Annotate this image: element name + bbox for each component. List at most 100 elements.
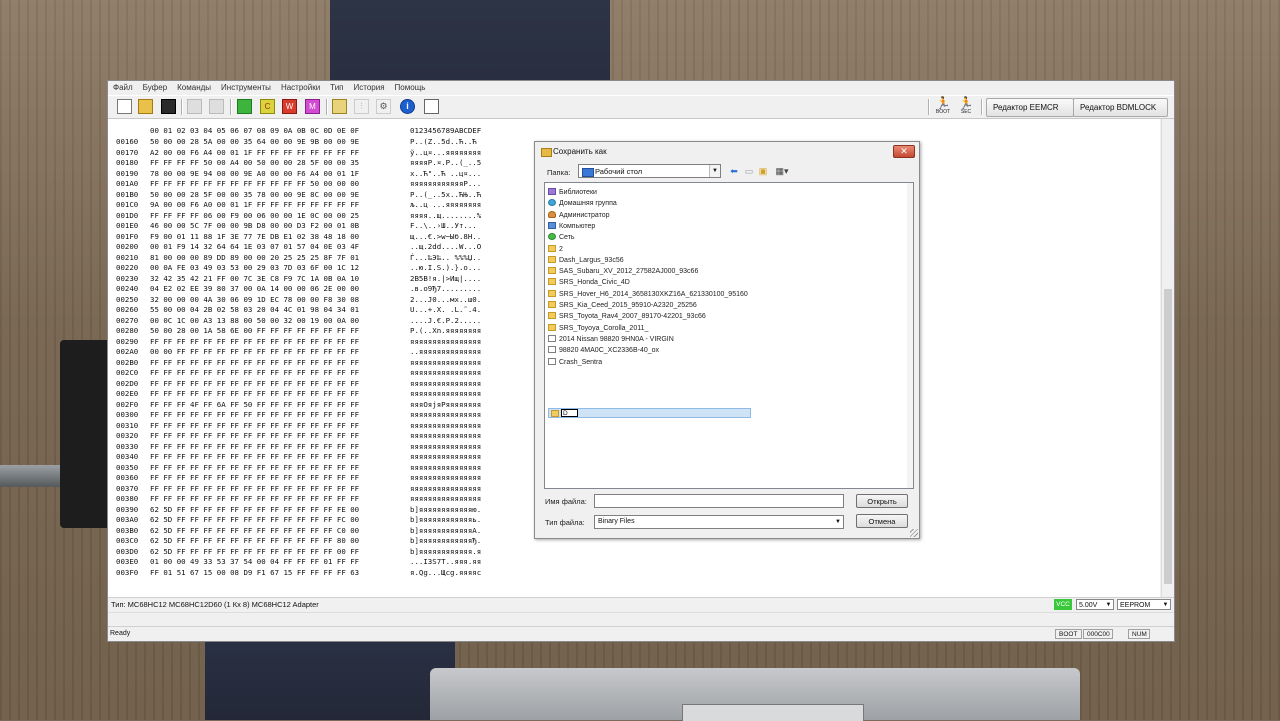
file-list-item[interactable]: 98820 4MA0C_XC2336B-40_ox bbox=[548, 345, 659, 356]
file-list-item[interactable]: Библиотеки bbox=[548, 187, 597, 198]
hex-row[interactable]: 00320 FF FF FF FF FF FF FF FF FF FF FF FF… bbox=[116, 431, 481, 442]
hex-row[interactable]: 00190 78 00 00 9E 94 00 00 9E A0 00 00 F6… bbox=[116, 169, 481, 180]
file-list-item[interactable]: 2014 Nissan 98820 9HN0A - VIRGIN bbox=[548, 334, 674, 345]
read-icon[interactable]: C bbox=[260, 99, 275, 114]
hex-row[interactable]: 001E0 46 00 00 5C 7F 00 00 9B D8 00 00 D3… bbox=[116, 221, 477, 232]
terminal-icon[interactable] bbox=[424, 99, 439, 114]
file-list-item[interactable]: Администратор bbox=[548, 210, 610, 221]
hex-row[interactable]: 00170 A2 00 00 F6 A4 00 01 1F FF FF FF FF… bbox=[116, 148, 481, 159]
hex-row[interactable]: 003B0 62 5D FF FF FF FF FF FF FF FF FF FF… bbox=[116, 526, 481, 537]
hex-row[interactable]: 002E0 FF FF FF FF FF FF FF FF FF FF FF FF… bbox=[116, 389, 481, 400]
clipboard-icon[interactable] bbox=[332, 99, 347, 114]
hex-row[interactable]: 00310 FF FF FF FF FF FF FF FF FF FF FF FF… bbox=[116, 421, 481, 432]
file-list-item[interactable]: SRS_Kia_Ceed_2015_95910-A2320_25256 bbox=[548, 300, 697, 311]
verify-icon[interactable]: M bbox=[305, 99, 320, 114]
file-list-item[interactable]: Домашняя группа bbox=[548, 198, 617, 209]
menu-item[interactable]: Буфер bbox=[138, 81, 172, 94]
hex-row[interactable]: 003E0 01 00 00 49 33 53 37 54 00 04 FF FF… bbox=[116, 557, 481, 568]
up-folder-icon[interactable]: ▭ bbox=[743, 165, 755, 177]
copy-icon[interactable] bbox=[187, 99, 202, 114]
hex-row[interactable]: 00270 00 0C 1C 00 A3 13 88 00 50 00 32 00… bbox=[116, 316, 481, 327]
menu-item[interactable]: Помощь bbox=[390, 81, 431, 94]
close-button[interactable]: ✕ bbox=[893, 145, 915, 158]
hex-row[interactable]: 002C0 FF FF FF FF FF FF FF FF FF FF FF FF… bbox=[116, 368, 481, 379]
hex-row[interactable]: 00230 32 42 35 42 21 FF 00 7C 3E C8 F9 7C… bbox=[116, 274, 481, 285]
hex-row[interactable]: 00370 FF FF FF FF FF FF FF FF FF FF FF FF… bbox=[116, 484, 481, 495]
hex-row[interactable]: 001B0 50 00 00 28 5F 00 00 35 78 00 00 9E… bbox=[116, 190, 481, 201]
file-list-item[interactable]: Crash_Sentra bbox=[548, 357, 602, 368]
new-folder-icon[interactable]: ▣ bbox=[757, 165, 769, 177]
hex-row[interactable]: 00390 62 5D FF FF FF FF FF FF FF FF FF FF… bbox=[116, 505, 481, 516]
eemcr-editor-button[interactable]: Редактор EEMCR bbox=[986, 98, 1074, 117]
hex-row[interactable]: 00180 FF FF FF FF 50 00 A4 00 50 00 00 28… bbox=[116, 158, 481, 169]
file-list-item[interactable]: Dash_Largus_93c56 bbox=[548, 255, 624, 266]
hex-row[interactable]: 001D0 FF FF FF FF 06 00 F9 00 06 00 00 1E… bbox=[116, 211, 481, 222]
sec-button[interactable]: 🏃 SEC bbox=[956, 97, 976, 117]
hex-vertical-scrollbar[interactable] bbox=[1161, 119, 1174, 597]
memory-select[interactable]: EEPROM ▼ bbox=[1117, 599, 1171, 610]
bdmlock-editor-button[interactable]: Редактор BDMLOCK bbox=[1073, 98, 1168, 117]
voltage-select[interactable]: 5.00V ▼ bbox=[1076, 599, 1114, 610]
hex-row[interactable]: 003F0 FF 01 51 67 15 00 08 D9 F1 67 15 FF… bbox=[116, 568, 481, 579]
menu-item[interactable]: Команды bbox=[172, 81, 216, 94]
paste-icon[interactable] bbox=[209, 99, 224, 114]
settings-sliders-icon[interactable]: ⫶ bbox=[354, 99, 369, 114]
hex-row[interactable]: 00200 00 01 F9 14 32 64 64 1E 03 07 01 57… bbox=[116, 242, 481, 253]
view-menu-icon[interactable]: ▦▾ bbox=[774, 165, 790, 177]
hex-row[interactable]: 002F0 FF FF FF 4F FF 6A FF 50 FF FF FF FF… bbox=[116, 400, 481, 411]
horizontal-scrollbar[interactable] bbox=[108, 612, 1174, 625]
new-folder-name-input[interactable]: D bbox=[561, 409, 578, 417]
file-list-item[interactable]: SRS_Toyoya_Corolla_2011_ bbox=[548, 323, 648, 334]
blank-check-icon[interactable] bbox=[237, 99, 252, 114]
info-icon[interactable]: i bbox=[400, 99, 415, 114]
new-folder-item[interactable]: D bbox=[548, 408, 751, 418]
hex-row[interactable]: 00260 55 00 00 04 2B 02 58 03 20 04 4C 01… bbox=[116, 305, 481, 316]
open-button[interactable]: Открыть bbox=[856, 494, 908, 508]
resize-grip[interactable] bbox=[910, 529, 918, 537]
write-icon[interactable]: W bbox=[282, 99, 297, 114]
file-list-item[interactable]: Компьютер bbox=[548, 221, 595, 232]
hex-row[interactable]: 00210 81 00 00 00 89 DD 89 00 00 20 25 25… bbox=[116, 253, 481, 264]
hex-row[interactable]: 00250 32 00 00 00 4A 30 06 09 1D EC 78 00… bbox=[116, 295, 481, 306]
hex-row[interactable]: 003D0 62 5D FF FF FF FF FF FF FF FF FF FF… bbox=[116, 547, 481, 558]
file-list-item[interactable]: SAS_Subaru_XV_2012_27582AJ000_93c66 bbox=[548, 266, 698, 277]
file-list-item[interactable]: SRS_Toyota_Rav4_2007_89170-42201_93c66 bbox=[548, 311, 706, 322]
boot-button[interactable]: 🏃 BOOT bbox=[933, 97, 953, 117]
hex-row[interactable]: 00330 FF FF FF FF FF FF FF FF FF FF FF FF… bbox=[116, 442, 481, 453]
scroll-thumb[interactable] bbox=[1164, 289, 1172, 584]
hex-row[interactable]: 003C0 62 5D FF FF FF FF FF FF FF FF FF FF… bbox=[116, 536, 481, 547]
hex-row[interactable]: 002A0 00 00 FF FF FF FF FF FF FF FF FF FF… bbox=[116, 347, 481, 358]
file-list-scrollbar[interactable] bbox=[907, 183, 913, 488]
file-list-item[interactable]: Сеть bbox=[548, 232, 575, 243]
folder-select[interactable]: Рабочий стол ▼ bbox=[578, 164, 721, 178]
menu-item[interactable]: Инструменты bbox=[216, 81, 276, 94]
hex-row[interactable]: 001F0 F9 00 01 11 88 1F 3E 77 7E DB E1 02… bbox=[116, 232, 481, 243]
save-icon[interactable] bbox=[161, 99, 176, 114]
new-file-icon[interactable] bbox=[117, 99, 132, 114]
filetype-select[interactable]: Binary Files ▼ bbox=[594, 515, 844, 529]
hex-row[interactable]: 003A0 62 5D FF FF FF FF FF FF FF FF FF FF… bbox=[116, 515, 481, 526]
hex-row[interactable]: 00240 04 E2 02 EE 39 80 37 00 0A 14 00 00… bbox=[116, 284, 481, 295]
file-list-item[interactable]: 2 bbox=[548, 244, 563, 255]
hex-row[interactable]: 001C0 9A 00 00 F6 A0 00 01 1F FF FF FF FF… bbox=[116, 200, 481, 211]
menu-item[interactable]: Тип bbox=[325, 81, 348, 94]
hex-row[interactable]: 00160 50 00 00 28 5A 00 00 35 64 00 00 9E… bbox=[116, 137, 477, 148]
hex-row[interactable]: 00300 FF FF FF FF FF FF FF FF FF FF FF FF… bbox=[116, 410, 481, 421]
file-list-item[interactable]: SRS_Honda_Civic_4D bbox=[548, 277, 630, 288]
file-list[interactable]: D Библиотеки Домашняя группа Администратор… bbox=[544, 182, 914, 489]
hex-row[interactable]: 00280 50 00 28 00 1A 58 6E 00 FF FF FF FF… bbox=[116, 326, 481, 337]
hex-row[interactable]: 00350 FF FF FF FF FF FF FF FF FF FF FF FF… bbox=[116, 463, 481, 474]
cancel-button[interactable]: Отмена bbox=[856, 514, 908, 528]
hex-row[interactable]: 00290 FF FF FF FF FF FF FF FF FF FF FF FF… bbox=[116, 337, 481, 348]
menu-item[interactable]: История bbox=[349, 81, 390, 94]
file-list-item[interactable]: SRS_Hover_H6_2014_3658130XKZ16A_62133010… bbox=[548, 289, 748, 300]
hex-row[interactable]: 00340 FF FF FF FF FF FF FF FF FF FF FF FF… bbox=[116, 452, 481, 463]
hex-row[interactable]: 002D0 FF FF FF FF FF FF FF FF FF FF FF FF… bbox=[116, 379, 481, 390]
menu-item[interactable]: Настройки bbox=[276, 81, 325, 94]
filename-input[interactable] bbox=[594, 494, 844, 508]
back-arrow-icon[interactable]: ⬅ bbox=[728, 165, 740, 177]
hex-row[interactable]: 00380 FF FF FF FF FF FF FF FF FF FF FF FF… bbox=[116, 494, 481, 505]
device-chip-icon[interactable]: ⚙ bbox=[376, 99, 391, 114]
hex-row[interactable]: 00220 00 0A FE 03 49 03 53 00 29 03 7D 03… bbox=[116, 263, 481, 274]
hex-row[interactable]: 002B0 FF FF FF FF FF FF FF FF FF FF FF FF… bbox=[116, 358, 481, 369]
